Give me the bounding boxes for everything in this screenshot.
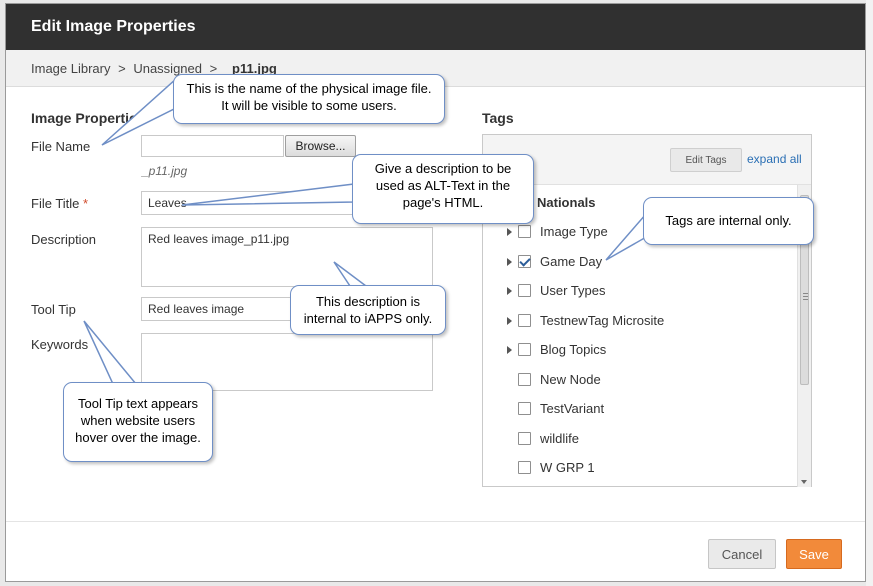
callout-description: This description is internal to iAPPS on… bbox=[290, 285, 446, 335]
background-edge bbox=[866, 0, 873, 586]
callout-pointer bbox=[181, 183, 355, 206]
callout-tags: Tags are internal only. bbox=[643, 197, 814, 245]
edit-image-dialog: Edit Image Properties Image Library > Un… bbox=[5, 3, 866, 582]
callout-pointer bbox=[83, 320, 138, 385]
callout-file-name: This is the name of the physical image f… bbox=[173, 74, 445, 124]
callout-alt-text: Give a description to be used as ALT-Tex… bbox=[352, 154, 534, 224]
callout-tool-tip: Tool Tip text appears when website users… bbox=[63, 382, 213, 462]
